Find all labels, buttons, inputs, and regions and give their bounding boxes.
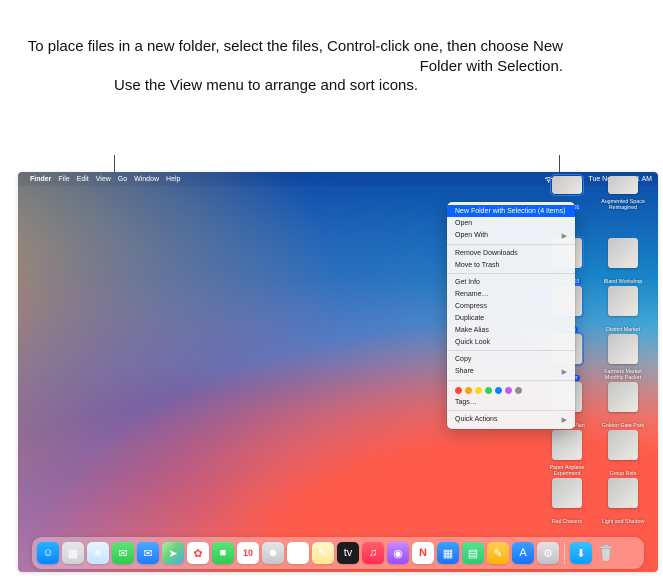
menu-item-open[interactable]: Open: [447, 217, 575, 229]
file-thumbnail: [608, 382, 638, 412]
annotation-new-folder: To place files in a new folder, select t…: [0, 37, 563, 78]
file-label: Farmers Market Monthly Packet: [598, 369, 648, 381]
menu-item-tags[interactable]: Tags…: [447, 396, 575, 408]
menu-item-quick-look[interactable]: Quick Look: [447, 336, 575, 348]
dock-app-launchpad[interactable]: ▦: [62, 542, 84, 564]
file-thumbnail: [552, 176, 582, 194]
dock-app-system-preferences[interactable]: ⚙: [537, 542, 559, 564]
tag-color[interactable]: [455, 387, 462, 394]
macos-desktop-screenshot: Finder File Edit View Go Window Help Tue…: [18, 172, 658, 572]
desktop-file[interactable]: Rail Chasers: [542, 478, 592, 528]
menu-finder[interactable]: Finder: [30, 176, 51, 183]
menu-separator: [447, 410, 575, 411]
dock-app-photos[interactable]: ✿: [187, 542, 209, 564]
menu-window[interactable]: Window: [134, 176, 159, 183]
menu-item-duplicate[interactable]: Duplicate: [447, 312, 575, 324]
menu-item-make-alias[interactable]: Make Alias: [447, 324, 575, 336]
dock-app-reminders[interactable]: ≣: [287, 542, 309, 564]
dock-app-maps[interactable]: ➤: [162, 542, 184, 564]
desktop-file[interactable]: Group Ride: [598, 430, 648, 480]
menu-item-open-with[interactable]: Open With▶: [447, 229, 575, 242]
file-thumbnail: [608, 430, 638, 460]
dock-app-music[interactable]: ♫: [362, 542, 384, 564]
dock-app-downloads[interactable]: ⬇: [570, 542, 592, 564]
dock-app-pages[interactable]: ✎: [487, 542, 509, 564]
menu-help[interactable]: Help: [166, 176, 180, 183]
file-thumbnail: [608, 334, 638, 364]
desktop-file[interactable]: Light and Shadow: [598, 478, 648, 528]
menu-item-move-to-trash[interactable]: Move to Trash: [447, 259, 575, 271]
file-thumbnail: [608, 478, 638, 508]
dock-app-podcasts[interactable]: ◉: [387, 542, 409, 564]
menu-separator: [447, 273, 575, 274]
dock-app-app-store[interactable]: A: [512, 542, 534, 564]
menu-item-get-info[interactable]: Get Info: [447, 276, 575, 288]
menu-item-remove-downloads[interactable]: Remove Downloads: [447, 247, 575, 259]
dock-divider: [564, 542, 565, 564]
file-thumbnail: [552, 478, 582, 508]
desktop-file[interactable]: Golden Gate Park: [598, 382, 648, 432]
menu-separator: [447, 244, 575, 245]
menu-item-share[interactable]: Share▶: [447, 365, 575, 378]
file-thumbnail: [608, 286, 638, 316]
annotation-view-menu: Use the View menu to arrange and sort ic…: [114, 76, 418, 96]
dock-app-finder[interactable]: ☺: [37, 542, 59, 564]
file-label: District Market: [604, 327, 642, 333]
dock-app-messages[interactable]: ✉: [112, 542, 134, 564]
dock-app-safari[interactable]: ✳: [87, 542, 109, 564]
desktop-file[interactable]: Paper Airplane Experiment: [542, 430, 592, 480]
file-label: Augmented Space Reimagined: [598, 199, 648, 211]
menu-item-compress[interactable]: Compress: [447, 300, 575, 312]
tag-color-row: [447, 383, 575, 396]
file-label: Bland Workshop: [602, 279, 645, 285]
tag-color[interactable]: [465, 387, 472, 394]
context-menu: New Folder with Selection (4 Items) Open…: [447, 202, 575, 429]
file-thumbnail: [608, 176, 638, 194]
dock-app-notes[interactable]: ✎: [312, 542, 334, 564]
chevron-right-icon: ▶: [562, 368, 567, 376]
file-label: Paper Airplane Experiment: [542, 465, 592, 477]
dock: ☺▦✳✉✉➤✿■10☻≣✎tv♫◉N▦▤✎A⚙⬇: [32, 537, 644, 569]
tag-color[interactable]: [495, 387, 502, 394]
dock-app-keynote[interactable]: ▦: [437, 542, 459, 564]
desktop-file[interactable]: Farmers Market Monthly Packet: [598, 334, 648, 384]
file-label: Rail Chasers: [550, 519, 584, 525]
desktop-file[interactable]: District Market: [598, 286, 648, 336]
menu-item-copy[interactable]: Copy: [447, 353, 575, 365]
chevron-right-icon: ▶: [562, 416, 567, 424]
desktop-file[interactable]: Augmented Space Reimagined: [598, 190, 648, 214]
menu-item-new-folder-with-selection[interactable]: New Folder with Selection (4 Items): [447, 205, 575, 217]
dock-app-facetime[interactable]: ■: [212, 542, 234, 564]
file-label: Golden Gate Park: [600, 423, 646, 429]
chevron-right-icon: ▶: [562, 232, 567, 240]
dock-app-numbers[interactable]: ▤: [462, 542, 484, 564]
dock-app-contacts[interactable]: ☻: [262, 542, 284, 564]
file-thumbnail: [608, 238, 638, 268]
dock-trash[interactable]: [595, 542, 617, 564]
dock-app-tv[interactable]: tv: [337, 542, 359, 564]
menu-go[interactable]: Go: [118, 176, 127, 183]
tag-color[interactable]: [505, 387, 512, 394]
tag-color[interactable]: [515, 387, 522, 394]
menu-edit[interactable]: Edit: [77, 176, 89, 183]
menu-separator: [447, 350, 575, 351]
menu-separator: [447, 380, 575, 381]
dock-app-mail[interactable]: ✉: [137, 542, 159, 564]
tag-color[interactable]: [475, 387, 482, 394]
desktop-file[interactable]: Bland Workshop: [598, 238, 648, 288]
menu-item-quick-actions[interactable]: Quick Actions▶: [447, 413, 575, 426]
dock-app-calendar[interactable]: 10: [237, 542, 259, 564]
file-label: Group Ride: [607, 471, 638, 477]
dock-app-news[interactable]: N: [412, 542, 434, 564]
menu-view[interactable]: View: [96, 176, 111, 183]
file-thumbnail: [552, 430, 582, 460]
menu-file[interactable]: File: [58, 176, 69, 183]
file-label: Light and Shadow: [600, 519, 646, 525]
menu-item-rename[interactable]: Rename…: [447, 288, 575, 300]
tag-color[interactable]: [485, 387, 492, 394]
